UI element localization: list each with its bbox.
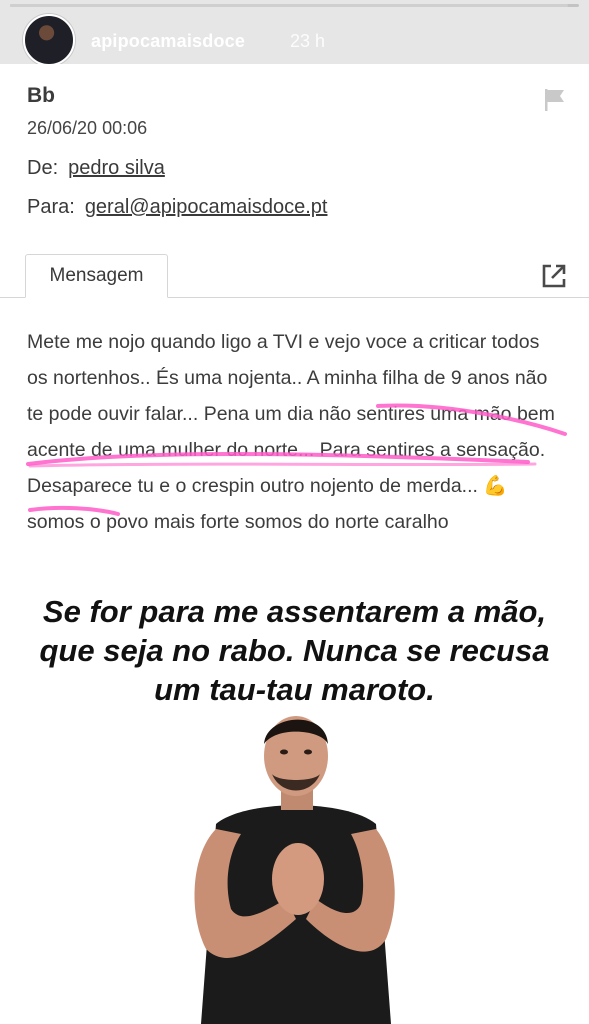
man-clasping-hands-image — [194, 716, 395, 1024]
story-progress-bar — [10, 4, 579, 7]
story-timestamp: 23 h — [290, 31, 326, 51]
meme-section: Se for para me assentarem a mão, que sej… — [0, 586, 589, 1024]
story-header: apipocamaisdoce 23 h — [0, 0, 589, 66]
story-username[interactable]: apipocamaisdoce — [91, 31, 245, 52]
email-to-row: Para: geral@apipocamaisdoce.pt — [27, 196, 327, 219]
to-recipient-link[interactable]: geral@apipocamaisdoce.pt — [85, 196, 328, 218]
email-from-row: De: pedro silva — [27, 157, 165, 180]
avatar[interactable] — [23, 14, 75, 66]
from-label: De: — [27, 157, 59, 179]
instagram-story[interactable]: apipocamaisdoce 23 h Bb 26/06/20 00:06 D… — [0, 0, 589, 1024]
story-progress-fill — [10, 4, 568, 7]
flag-icon[interactable] — [544, 88, 566, 112]
meme-caption: Se for para me assentarem a mão, que sej… — [39, 594, 550, 707]
from-sender-link[interactable]: pedro silva — [68, 157, 165, 179]
open-external-icon[interactable] — [541, 263, 567, 289]
to-label: Para: — [27, 196, 75, 218]
email-body: Mete me nojo quando ligo a TVI e vejo vo… — [27, 331, 555, 533]
email-screenshot: Bb 26/06/20 00:06 De: pedro silva Para: ge… — [0, 64, 589, 586]
tab-mensagem[interactable]: Mensagem — [25, 254, 168, 298]
email-date: 26/06/20 00:06 — [27, 118, 148, 138]
email-subject: Bb — [27, 84, 55, 107]
